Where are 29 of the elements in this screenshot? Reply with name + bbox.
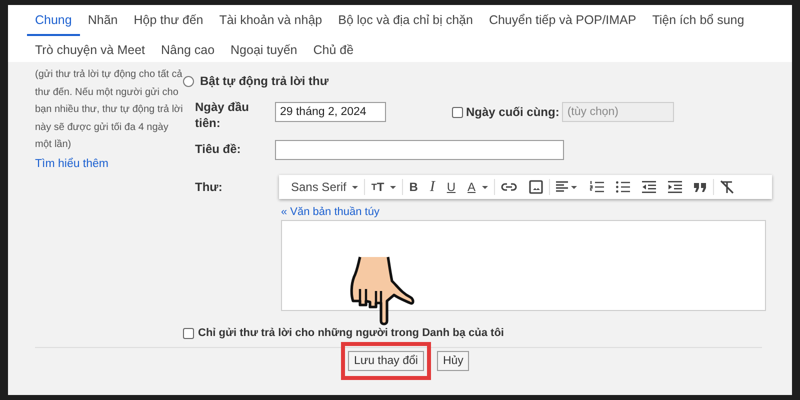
learn-more-link[interactable]: Tìm hiểu thêm [35,158,108,170]
text-size-dropdown[interactable]: TT [365,175,402,199]
settings-tab[interactable]: Chủ đề [305,39,362,66]
settings-tab[interactable]: Nhãn [80,9,126,36]
auto-reply-description: (gửi thư trả lời tự động cho tất cả thư đến. Nếu một người gửi cho bạn nhiều thư, thư tự động trả lời này sẽ được gửi tối đa 4 ngày một lần) [35,68,183,152]
italic-button[interactable]: I [424,175,441,199]
settings-tab[interactable]: Tiện ích bổ sung [644,9,752,36]
bold-button[interactable]: B [403,175,424,199]
settings-tab[interactable]: Trò chuyện và Meet [27,39,154,66]
settings-tab[interactable]: Ngoại tuyến [222,39,306,66]
cancel-button[interactable]: Hủy [436,351,470,371]
settings-tab[interactable]: Chung [27,9,80,36]
radio-label: Bật tự động trả lời thư [200,74,329,88]
font-dropdown[interactable]: Sans Serif [285,175,364,199]
settings-tab[interactable]: Bộ lọc và địa chỉ bị chặn [330,9,481,36]
field-label: Thư: [195,179,224,196]
field-label: Ngày đầu tiên: [195,99,250,131]
settings-tab[interactable]: Nâng cao [153,39,223,66]
checkbox-label: Chỉ gửi thư trả lời cho những người trong Danh bạ của tôi [198,327,504,339]
settings-tab[interactable]: Chuyển tiếp và POP/IMAP [480,9,644,36]
underline-button[interactable]: U [440,175,462,199]
save-button[interactable]: Lưu thay đổi [348,351,424,371]
text-color-dropdown[interactable]: A [462,175,494,199]
settings-tab[interactable]: Hộp thư đến [126,9,212,36]
date-field[interactable]: 29 tháng 2, 2024 [275,102,386,122]
settings-tab[interactable]: Tài khoản và nhập [211,9,330,36]
field-label: Ngày cuối cùng: [466,104,560,120]
plain-text-link[interactable]: « Văn bản thuần túy [281,206,380,218]
field-label: Tiêu đề: [195,141,242,158]
